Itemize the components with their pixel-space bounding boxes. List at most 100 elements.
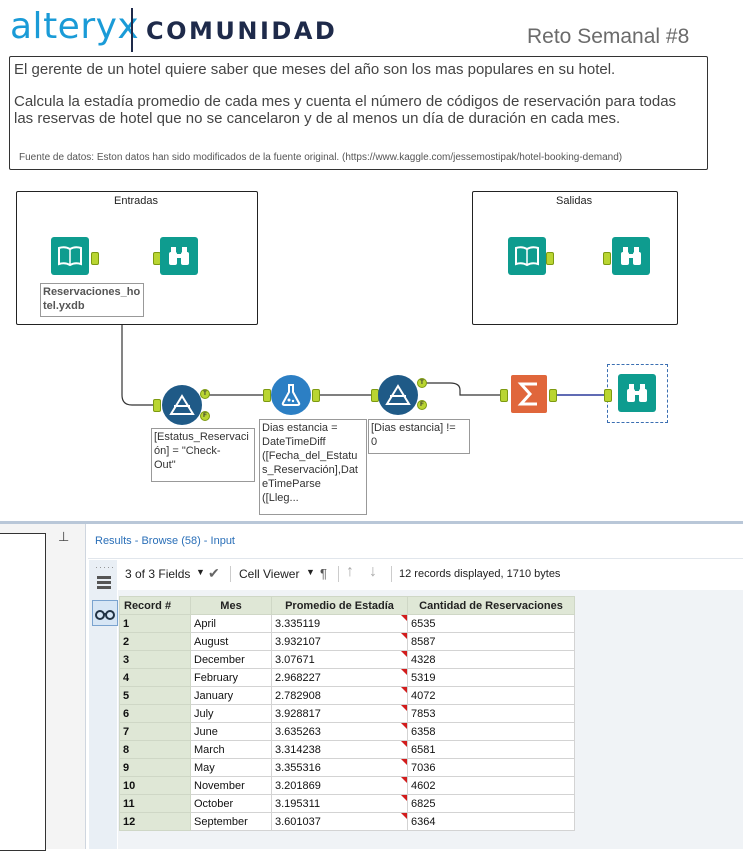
table-row[interactable]: 1 April 3.335119 6535 [119,614,575,633]
table-cell[interactable]: July [190,704,272,723]
browse-tool[interactable] [612,237,650,275]
column-header[interactable]: Record # [119,596,191,615]
true-anchor[interactable]: T [417,378,427,388]
table-row[interactable]: 3 December 3.07671 4328 [119,650,575,669]
table-cell[interactable]: January [190,686,272,705]
column-header[interactable]: Mes [190,596,272,615]
table-row[interactable]: 9 May 3.355316 7036 [119,758,575,777]
table-cell[interactable]: December [190,650,272,669]
false-anchor[interactable]: F [200,411,210,421]
record-number-cell[interactable]: 7 [119,722,191,741]
table-row[interactable]: 4 February 2.968227 5319 [119,668,575,687]
table-cell[interactable]: February [190,668,272,687]
table-cell[interactable]: 2.968227 [271,668,408,687]
table-cell[interactable]: November [190,776,272,795]
arrow-down-icon[interactable]: ↓ [369,563,377,581]
record-number-cell[interactable]: 8 [119,740,191,759]
browse-tool[interactable] [618,374,656,412]
table-cell[interactable]: 3.601037 [271,812,408,831]
table-cell[interactable]: 3.932107 [271,632,408,651]
false-anchor[interactable]: F [417,400,427,410]
output-anchor[interactable] [312,389,320,402]
record-number-cell[interactable]: 12 [119,812,191,831]
table-cell[interactable]: 6581 [407,740,575,759]
table-cell[interactable]: 6358 [407,722,575,741]
record-number-cell[interactable]: 4 [119,668,191,687]
input-anchor[interactable] [603,252,611,265]
cell-viewer-dropdown[interactable]: Cell Viewer [239,567,299,581]
output-anchor[interactable] [91,252,99,265]
inputs-container-title: Entradas [114,195,159,207]
table-cell[interactable]: April [190,614,272,633]
column-header[interactable]: Promedio de Estadía [271,596,408,615]
pin-icon[interactable]: ⊥ [58,529,69,545]
table-cell[interactable]: May [190,758,272,777]
table-cell[interactable]: 6364 [407,812,575,831]
record-number-cell[interactable]: 5 [119,686,191,705]
record-number-cell[interactable]: 2 [119,632,191,651]
table-cell[interactable]: 7853 [407,704,575,723]
table-row[interactable]: 11 October 3.195311 6825 [119,794,575,813]
record-number-cell[interactable]: 9 [119,758,191,777]
table-cell[interactable]: 4328 [407,650,575,669]
table-row[interactable]: 10 November 3.201869 4602 [119,776,575,795]
formula-tool[interactable] [271,375,311,415]
input-anchor[interactable] [500,389,508,402]
input-anchor[interactable] [604,389,612,402]
output-data-tool[interactable] [508,237,546,275]
output-anchor[interactable] [546,252,554,265]
toolbar-separator [230,566,231,582]
filter-tool[interactable] [378,375,418,415]
input-anchor[interactable] [153,399,161,412]
record-number-cell[interactable]: 1 [119,614,191,633]
pilcrow-icon[interactable]: ¶ [320,566,327,581]
record-number-cell[interactable]: 3 [119,650,191,669]
input-data-tool[interactable] [51,237,89,275]
table-cell[interactable]: 4072 [407,686,575,705]
table-cell[interactable]: 7036 [407,758,575,777]
filter-icon [169,394,195,415]
table-cell[interactable]: 6825 [407,794,575,813]
table-cell[interactable]: 3.928817 [271,704,408,723]
chevron-down-icon[interactable]: ▼ [306,567,315,577]
table-cell[interactable]: June [190,722,272,741]
output-anchor[interactable] [549,389,557,402]
table-row[interactable]: 7 June 3.635263 6358 [119,722,575,741]
record-number-cell[interactable]: 6 [119,704,191,723]
record-number-cell[interactable]: 10 [119,776,191,795]
table-row[interactable]: 6 July 3.928817 7853 [119,704,575,723]
table-cell[interactable]: August [190,632,272,651]
table-cell[interactable]: 3.201869 [271,776,408,795]
table-cell[interactable]: 3.314238 [271,740,408,759]
table-cell[interactable]: 8587 [407,632,575,651]
table-cell[interactable]: 3.07671 [271,650,408,669]
table-cell[interactable]: 3.355316 [271,758,408,777]
table-cell[interactable]: 6535 [407,614,575,633]
arrow-up-icon[interactable]: ↑ [346,563,354,581]
table-cell[interactable]: October [190,794,272,813]
table-cell[interactable]: September [190,812,272,831]
browse-tool[interactable] [160,237,198,275]
record-number-cell[interactable]: 11 [119,794,191,813]
chevron-down-icon[interactable]: ▼ [196,567,205,577]
table-row[interactable]: 5 January 2.782908 4072 [119,686,575,705]
column-header[interactable]: Cantidad de Reservaciones [407,596,575,615]
table-view-icon[interactable] [95,574,113,592]
table-cell[interactable]: 3.635263 [271,722,408,741]
summarize-tool[interactable] [511,375,547,413]
table-row[interactable]: 8 March 3.314238 6581 [119,740,575,759]
table-row[interactable]: 12 September 3.601037 6364 [119,812,575,831]
table-row[interactable]: 2 August 3.932107 8587 [119,632,575,651]
true-anchor[interactable]: T [200,389,210,399]
table-cell[interactable]: 3.195311 [271,794,408,813]
fields-selector[interactable]: 3 of 3 Fields [125,567,190,581]
browse-view-icon[interactable] [92,600,118,626]
input-anchor[interactable] [263,389,271,402]
table-cell[interactable]: 4602 [407,776,575,795]
table-cell[interactable]: 5319 [407,668,575,687]
filter-tool[interactable] [162,385,202,425]
checkmark-icon[interactable]: ✔ [208,565,220,582]
table-cell[interactable]: 3.335119 [271,614,408,633]
table-cell[interactable]: March [190,740,272,759]
table-cell[interactable]: 2.782908 [271,686,408,705]
